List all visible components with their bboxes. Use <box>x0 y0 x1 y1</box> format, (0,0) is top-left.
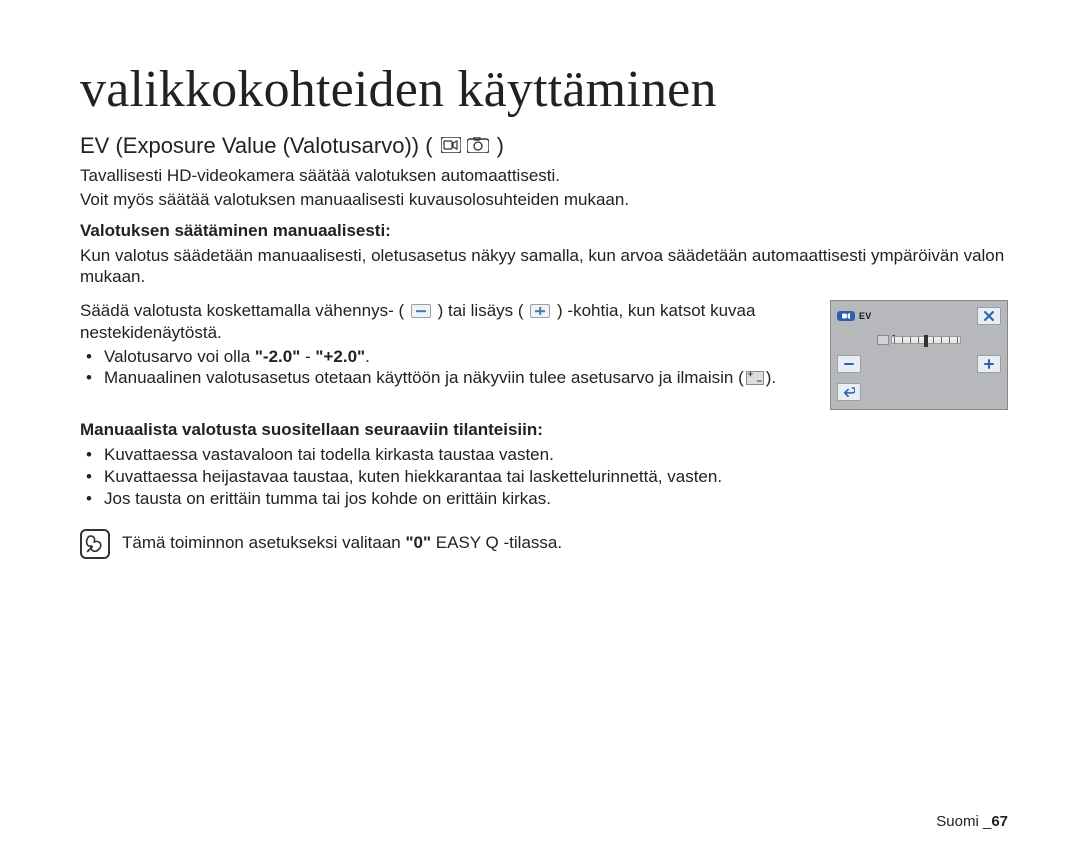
lcd-ev-value-icon <box>877 335 889 345</box>
page-footer: Suomi _67 <box>936 813 1008 830</box>
section-heading-text: EV (Exposure Value (Valotusarvo)) ( <box>80 133 433 159</box>
subheading-manual: Valotuksen säätäminen manuaalisesti: <box>80 221 1008 241</box>
section-heading: EV (Exposure Value (Valotusarvo)) ( ) <box>80 133 1008 159</box>
situation-1: Kuvattaessa vastavaloon tai todella kirk… <box>80 444 1008 466</box>
lcd-close-button[interactable] <box>977 307 1001 325</box>
footer-page-number: 67 <box>991 813 1008 830</box>
lcd-ev-slider-row <box>837 335 1001 345</box>
video-mode-icon <box>441 133 461 159</box>
camera-lcd-preview: EV <box>830 300 1008 410</box>
photo-mode-icon <box>467 133 489 159</box>
plus-icon <box>530 304 550 318</box>
bullet-range: Valotusarvo voi olla "-2.0" - "+2.0". <box>80 346 810 368</box>
lcd-mode-pill <box>837 311 855 321</box>
subheading-recommended: Manuaalista valotusta suositellaan seura… <box>80 420 1008 440</box>
intro-line-2: Voit myös säätää valotuksen manuaalisest… <box>80 189 1008 211</box>
situation-2: Kuvattaessa heijastavaa taustaa, kuten h… <box>80 466 1008 488</box>
note-text: Tämä toiminnon asetukseksi valitaan "0" … <box>122 529 562 553</box>
footer-lang: Suomi _ <box>936 813 991 830</box>
lcd-return-button[interactable] <box>837 383 861 401</box>
bullet-indicator: Manuaalinen valotusasetus otetaan käyttö… <box>80 367 810 389</box>
ev-indicator-icon <box>746 371 764 385</box>
page-title: valikkokohteiden käyttäminen <box>80 60 1008 119</box>
manual-desc: Kun valotus säädetään manuaalisesti, ole… <box>80 245 1008 289</box>
section-heading-close: ) <box>497 133 504 159</box>
intro-line-1: Tavallisesti HD-videokamera säätää valot… <box>80 165 1008 187</box>
lcd-minus-button[interactable] <box>837 355 861 373</box>
note-icon <box>80 529 110 559</box>
minus-icon <box>411 304 431 318</box>
lcd-ev-slider[interactable] <box>891 336 961 344</box>
lcd-ev-label: EV <box>859 311 872 321</box>
adjust-instruction: Säädä valotusta koskettamalla vähennys- … <box>80 300 810 344</box>
situation-3: Jos tausta on erittäin tumma tai jos koh… <box>80 488 1008 510</box>
lcd-plus-button[interactable] <box>977 355 1001 373</box>
mode-icons <box>441 133 489 159</box>
